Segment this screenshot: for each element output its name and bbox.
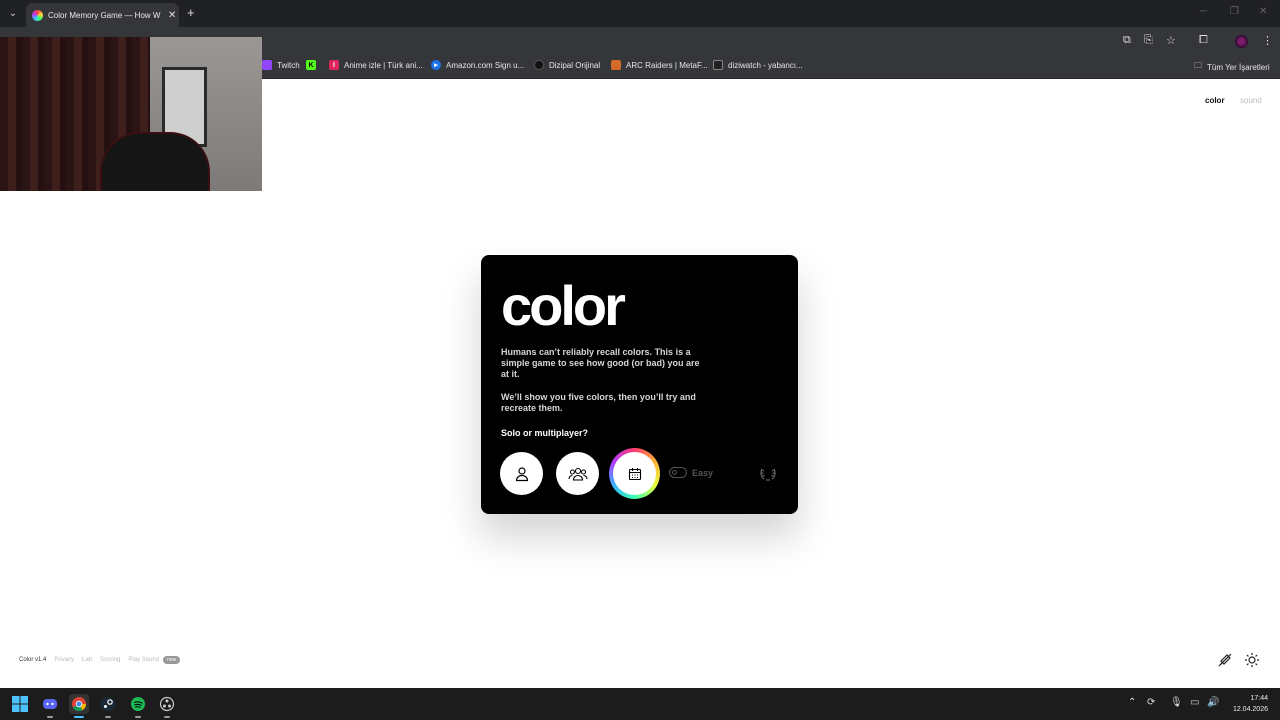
bookmark-kick[interactable]: K bbox=[306, 60, 321, 70]
twitch-icon bbox=[262, 60, 272, 70]
all-bookmarks-folder[interactable]: 🗀 Tüm Yer İşaretleri bbox=[1194, 60, 1270, 74]
color-favicon-icon bbox=[32, 9, 43, 21]
daily-challenge-inner bbox=[613, 452, 656, 495]
bookmark-anime[interactable]: I Anime izle | Türk ani... bbox=[329, 60, 423, 70]
profile-avatar[interactable] bbox=[1235, 35, 1248, 48]
game-title: color bbox=[501, 274, 626, 337]
daily-challenge-button[interactable] bbox=[609, 448, 660, 499]
tray-sync-icon[interactable]: ⟳ bbox=[1147, 697, 1155, 708]
browser-tab[interactable]: Color Memory Game — How W ✕ bbox=[26, 3, 179, 27]
extensions-icon[interactable]: ⧠ bbox=[1199, 34, 1208, 47]
intro-paragraph: Humans can’t reliably recall colors. Thi… bbox=[501, 347, 700, 379]
new-badge: new bbox=[163, 656, 181, 664]
browser-menu-icon[interactable]: ⋮ bbox=[1262, 34, 1273, 47]
running-indicator bbox=[105, 716, 111, 718]
site-footer: Color v1.4 Privacy Lab Scoring Play Soun… bbox=[19, 656, 181, 664]
tab-close-icon[interactable]: ✕ bbox=[168, 10, 176, 21]
discord-icon[interactable] bbox=[40, 694, 60, 718]
laurel-leaderboard-icon[interactable] bbox=[759, 464, 777, 482]
clock-date: 12.04.2026 bbox=[1232, 706, 1268, 713]
window-close-icon[interactable]: ✕ bbox=[1259, 6, 1267, 17]
bookmark-diziwatch[interactable]: diziwatch - yabancı... bbox=[713, 60, 803, 70]
folder-icon: 🗀 bbox=[1194, 61, 1202, 70]
arc-icon bbox=[611, 60, 621, 70]
toggle-knob bbox=[672, 469, 677, 475]
chrome-icon[interactable] bbox=[69, 694, 89, 718]
system-clock[interactable]: 17:44 12.04.2026 bbox=[1228, 693, 1268, 715]
lab-link[interactable]: Lab bbox=[82, 657, 92, 663]
theme-sun-icon[interactable] bbox=[1244, 652, 1260, 668]
bookmark-amazon[interactable]: ▸ Amazon.com Sign u... bbox=[431, 60, 524, 70]
calendar-icon bbox=[628, 467, 641, 480]
bookmark-label: Twitch bbox=[277, 60, 300, 70]
dizipal-icon bbox=[534, 60, 544, 70]
solo-button[interactable] bbox=[500, 452, 543, 495]
kick-icon: K bbox=[306, 60, 316, 70]
tray-overflow-icon[interactable]: ⌃ bbox=[1128, 697, 1136, 708]
version-label: Color v1.4 bbox=[19, 657, 47, 663]
windows-taskbar bbox=[0, 688, 1280, 720]
bookmark-label: ARC Raiders | MetaF... bbox=[626, 60, 708, 70]
minimize-icon[interactable]: ─ bbox=[1200, 6, 1207, 17]
group-icon bbox=[567, 467, 588, 481]
network-icon[interactable]: ▭ bbox=[1190, 697, 1199, 708]
bookmark-star-icon[interactable]: ☆ bbox=[1166, 34, 1176, 47]
gaming-chair bbox=[100, 132, 210, 191]
running-indicator bbox=[164, 716, 170, 718]
all-bookmarks-label: Tüm Yer İşaretleri bbox=[1207, 62, 1270, 72]
anime-icon: I bbox=[329, 60, 339, 70]
running-indicator bbox=[135, 716, 141, 718]
tab-title: Color Memory Game — How W bbox=[48, 10, 161, 20]
nav-color-link[interactable]: color bbox=[1205, 96, 1225, 105]
tab-search-icon[interactable]: ⌄ bbox=[4, 4, 22, 22]
spotify-icon[interactable] bbox=[128, 694, 148, 718]
bookmark-label: diziwatch - yabancı... bbox=[728, 60, 803, 70]
bookmark-twitch[interactable]: Twitch bbox=[262, 60, 300, 70]
running-indicator bbox=[47, 716, 53, 718]
play-sound-link[interactable]: Play Sound bbox=[128, 657, 159, 663]
user-icon bbox=[515, 466, 528, 481]
browser-tab-bar: ⌄ Color Memory Game — How W ✕ + ─ ❐ ✕ bbox=[0, 0, 1280, 27]
multiplayer-button[interactable] bbox=[556, 452, 599, 495]
bookmark-label: Anime izle | Türk ani... bbox=[344, 60, 423, 70]
nav-sound-link[interactable]: sound bbox=[1240, 96, 1262, 105]
game-start-card: color Humans can’t reliably recall color… bbox=[481, 255, 798, 514]
scoring-link[interactable]: Scoring bbox=[100, 657, 120, 663]
privacy-link[interactable]: Privacy bbox=[54, 657, 74, 663]
cast-icon[interactable]: ⎘ bbox=[1144, 34, 1153, 47]
sound-off-icon[interactable] bbox=[1217, 652, 1233, 668]
diziwatch-icon bbox=[713, 60, 723, 70]
translate-icon[interactable]: ⧉ bbox=[1123, 34, 1131, 47]
bookmark-arc-raiders[interactable]: ARC Raiders | MetaF... bbox=[611, 60, 708, 70]
mode-question: Solo or multiplayer? bbox=[501, 428, 589, 438]
bookmark-label: Amazon.com Sign u... bbox=[446, 60, 525, 70]
steam-icon[interactable] bbox=[98, 694, 118, 718]
webcam-overlay bbox=[0, 37, 262, 191]
windows-start-icon[interactable] bbox=[10, 694, 30, 714]
microphone-icon[interactable]: 🎙 bbox=[1170, 697, 1183, 708]
bookmark-dizipal[interactable]: Dizipal Orijinal bbox=[534, 60, 600, 70]
new-tab-button[interactable]: + bbox=[187, 5, 195, 20]
bookmark-label: Dizipal Orijinal bbox=[549, 60, 601, 70]
obs-icon[interactable] bbox=[157, 694, 177, 718]
maximize-icon[interactable]: ❐ bbox=[1230, 6, 1239, 17]
clock-time: 17:44 bbox=[1250, 695, 1268, 702]
instructions-paragraph: We’ll show you five colors, then you’ll … bbox=[501, 392, 696, 413]
amazon-icon: ▸ bbox=[431, 60, 441, 70]
active-indicator bbox=[74, 716, 84, 718]
volume-icon[interactable]: 🔊 bbox=[1207, 697, 1219, 708]
difficulty-label: Easy bbox=[692, 468, 714, 478]
difficulty-toggle[interactable] bbox=[669, 467, 687, 478]
